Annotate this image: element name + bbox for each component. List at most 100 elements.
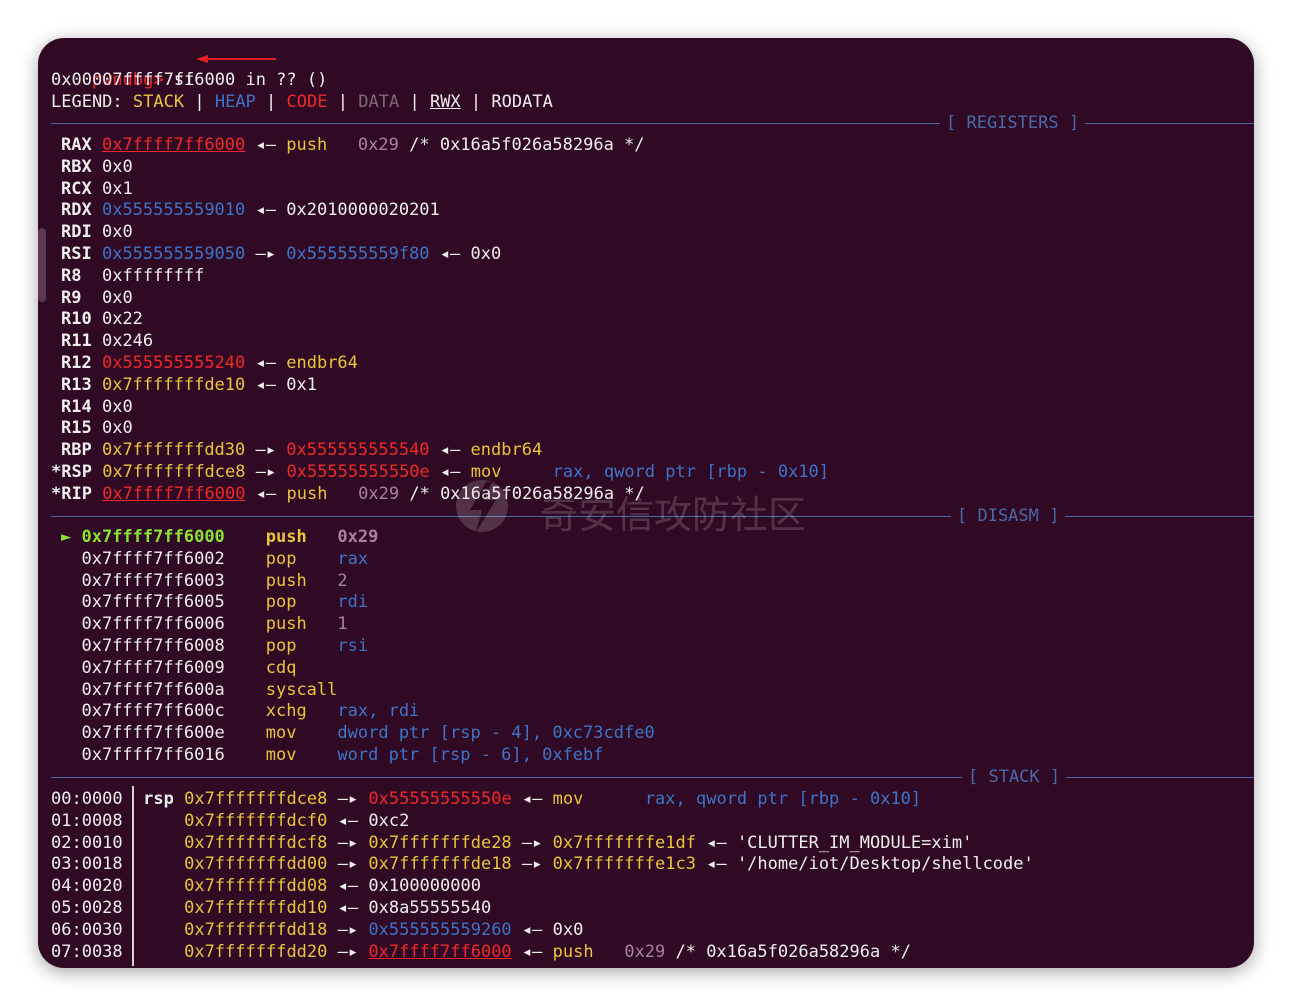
register-comment: /* 0x16a5f026a58296a */ <box>409 483 645 504</box>
register-row: R8 0xffffffff <box>61 265 204 287</box>
legend-data: DATA <box>358 92 400 112</box>
register-value: 0x7fffffffdd30 <box>101 440 246 461</box>
stack-value: 0x8a55555540 <box>368 898 492 918</box>
stack-deref: 'CLUTTER_IM_MODULE=xim' <box>736 832 973 853</box>
register-value: 0x7fffffffdce8 <box>102 462 246 482</box>
annotation-arrow-icon <box>196 55 276 63</box>
disasm-rule <box>51 516 1254 517</box>
disasm-row: 0x7ffff7ff6005 pop rdi <box>61 591 368 613</box>
pointer-arrow: ◂— <box>440 462 461 482</box>
pointer-arrow: ◂— <box>439 440 461 461</box>
stack-value: 0x555555559260 <box>368 919 512 940</box>
disasm-row: 0x7ffff7ff6006 push 1 <box>61 613 347 635</box>
instruction-operands: rsi <box>337 636 369 656</box>
disasm-row: ► 0x7ffff7ff6000 push 0x29 <box>61 526 378 548</box>
pointer-arrow: —▸ <box>337 832 359 853</box>
pointer-arrow: —▸ <box>337 854 359 875</box>
stack-deref: push <box>552 941 594 962</box>
stack-header: [ STACK ] <box>962 766 1067 788</box>
stack-row: 03:0018 0x7fffffffdd00 —▸ 0x7fffffffde18… <box>51 853 1034 875</box>
register-value: 0x7fffffffde10 <box>101 374 246 395</box>
stack-value: 0xc2 <box>368 810 410 831</box>
pointer-arrow: —▸ <box>337 919 359 940</box>
register-value: 0x22 <box>101 309 143 330</box>
register-comment: /* 0x16a5f026a58296a */ <box>409 135 645 155</box>
legend-stack: STACK <box>132 92 185 112</box>
register-name: R9 <box>61 287 82 308</box>
instruction-mnemonic: syscall <box>265 679 338 700</box>
legend-prefix: LEGEND: <box>51 92 123 112</box>
stack-row: 01:0008 0x7fffffffdcf0 ◂— 0xc2 <box>51 810 409 832</box>
instruction-operands: rax, rdi <box>337 701 420 722</box>
pointer-arrow: ◂— <box>255 483 277 504</box>
scrollbar[interactable] <box>38 228 46 302</box>
pointer-arrow: —▸ <box>521 832 543 853</box>
stack-offset: 01:0008 <box>51 810 123 831</box>
instruction-mnemonic: cdq <box>265 657 297 678</box>
registers-header: [ REGISTERS ] <box>940 112 1086 134</box>
pointer-arrow: —▸ <box>521 854 543 875</box>
stack-value: 0x100000000 <box>368 876 481 897</box>
instruction-operands: rdi <box>337 592 369 613</box>
stack-value: 0x7ffff7ff6000 <box>368 941 512 962</box>
register-row: R12 0x555555555240 ◂— endbr64 <box>61 352 358 374</box>
pointer-arrow: ◂— <box>255 374 276 395</box>
pointer-arrow: ◂— <box>439 244 461 264</box>
instruction-operands: dword ptr [rsp - 4], 0xc73cdfe0 <box>337 723 655 744</box>
stack-address: 0x7fffffffdd18 <box>184 919 328 940</box>
pointer-arrow: ◂— <box>337 876 359 897</box>
pointer-arrow: —▸ <box>337 789 359 809</box>
pointer-arrow: ◂— <box>255 200 276 221</box>
register-deref: 0x0 <box>470 244 502 264</box>
instruction-mnemonic: mov <box>265 745 297 765</box>
stack-row: 04:0020 0x7fffffffdd08 ◂— 0x100000000 <box>51 875 481 897</box>
register-value: 0x7ffff7ff6000 <box>102 483 246 504</box>
instruction-address: 0x7ffff7ff6000 <box>81 527 225 547</box>
register-row: RAX 0x7ffff7ff6000 ◂— push 0x29 /* 0x16a… <box>61 134 645 156</box>
register-name: *RIP <box>51 483 92 504</box>
stack-register: rsp <box>143 789 174 809</box>
disasm-row: 0x7ffff7ff6016 mov word ptr [rsp - 6], 0… <box>61 744 604 766</box>
register-row: R10 0x22 <box>61 308 143 330</box>
stack-address: 0x7fffffffdd08 <box>184 876 328 897</box>
stack-row: 00:0000 rsp 0x7fffffffdce8 —▸ 0x55555555… <box>51 788 921 810</box>
register-name: R8 <box>61 265 82 286</box>
register-name: RDX <box>61 200 92 221</box>
register-deref: 0x29 <box>357 135 399 155</box>
register-name: R13 <box>61 374 92 395</box>
register-deref: endbr64 <box>470 440 543 461</box>
instruction-mnemonic: pop <box>265 592 297 613</box>
register-value: 0x0 <box>101 156 133 177</box>
stack-row: 02:0010 0x7fffffffdcf8 —▸ 0x7fffffffde28… <box>51 832 972 854</box>
legend-rwx: RWX <box>429 92 461 112</box>
register-name: RAX <box>61 135 92 155</box>
register-name: R12 <box>61 353 92 373</box>
register-row: R13 0x7fffffffde10 ◂— 0x1 <box>61 374 317 396</box>
instruction-address: 0x7ffff7ff600c <box>81 701 225 722</box>
terminal-window[interactable]: pwndbg> si 0x00007ffff7ff6000 in ?? () L… <box>38 38 1254 968</box>
disasm-row: 0x7ffff7ff6009 cdq <box>61 657 296 679</box>
pointer-arrow: ◂— <box>337 898 359 918</box>
register-name: RCX <box>61 178 92 199</box>
stack-row: 07:0038 0x7fffffffdd20 —▸ 0x7ffff7ff6000… <box>51 941 911 963</box>
stack-address: 0x7fffffffdd00 <box>184 854 328 875</box>
register-name: *RSP <box>51 462 92 482</box>
pointer-arrow: ◂— <box>521 919 543 940</box>
instruction-mnemonic: xchg <box>265 701 307 722</box>
register-name: RBP <box>61 440 92 461</box>
stack-offset: 03:0018 <box>51 854 123 875</box>
register-value: 0x1 <box>101 178 133 199</box>
register-value: 0x0 <box>101 287 133 308</box>
register-deref: push <box>286 483 328 504</box>
stack-rule <box>51 777 1254 778</box>
register-row: R15 0x0 <box>61 417 133 439</box>
stack-deref: 0x7fffffffe1c3 <box>552 854 696 875</box>
register-value: 0x0 <box>101 418 133 439</box>
register-row: RCX 0x1 <box>61 178 133 200</box>
stack-deref: 0x0 <box>552 919 584 940</box>
register-row: R9 0x0 <box>61 287 133 309</box>
stack-row: 06:0030 0x7fffffffdd18 —▸ 0x555555559260… <box>51 919 583 941</box>
instruction-operands: word ptr [rsp - 6], 0xfebf <box>337 745 604 765</box>
pointer-arrow: ◂— <box>706 854 727 875</box>
register-deref: 0x1 <box>286 374 317 395</box>
